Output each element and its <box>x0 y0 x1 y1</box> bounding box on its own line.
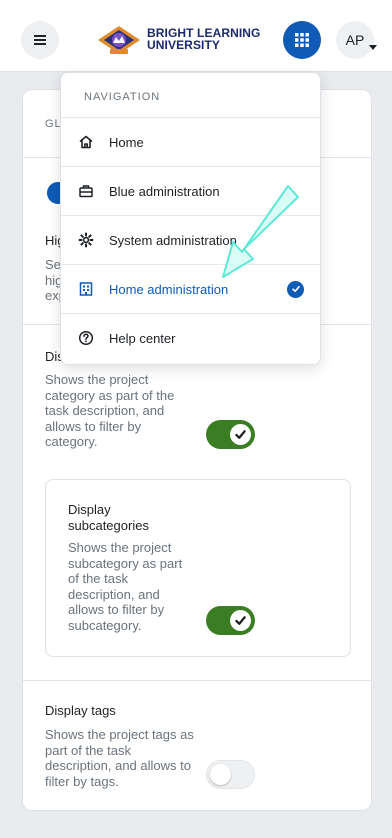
brand-name[interactable]: BRIGHT LEARNING UNIVERSITY <box>147 27 261 51</box>
tags-title: Display tags <box>45 703 116 718</box>
caret-down-icon[interactable] <box>369 45 377 50</box>
grid-icon <box>295 33 309 47</box>
top-navbar: BRIGHT LEARNING UNIVERSITY AP <box>0 0 392 72</box>
toggle-knob <box>230 424 251 445</box>
check-icon <box>235 430 246 439</box>
nav-item-label: Home <box>109 134 144 150</box>
nav-item-blue-administration[interactable]: Blue administration <box>61 166 320 215</box>
apps-button[interactable] <box>283 21 321 59</box>
subcategories-panel: Display subcategories Shows the project … <box>45 479 351 657</box>
home-icon <box>77 133 95 151</box>
subcategories-toggle[interactable] <box>206 606 255 635</box>
subcategories-desc: Shows the project subcategory as part of… <box>68 540 183 633</box>
selected-check-icon <box>287 280 304 298</box>
tags-toggle[interactable] <box>206 760 255 789</box>
nav-item-home-administration[interactable]: Home administration <box>61 264 320 313</box>
category-toggle[interactable] <box>206 420 255 449</box>
briefcase-icon <box>77 182 95 200</box>
divider <box>23 680 371 681</box>
category-desc: Shows the project category as part of th… <box>45 372 175 449</box>
subcategories-title: Display subcategories <box>68 502 149 533</box>
hamburger-icon <box>34 35 46 45</box>
brand-line-2: UNIVERSITY <box>147 38 221 52</box>
gear-icon <box>77 231 95 249</box>
navigation-dropdown: NAVIGATION Home Blue administration Syst… <box>60 72 321 365</box>
tags-desc: Shows the project tags as part of the ta… <box>45 727 194 789</box>
nav-item-label: System administration <box>109 232 237 248</box>
nav-item-system-administration[interactable]: System administration <box>61 215 320 264</box>
avatar-initials: AP <box>345 32 365 48</box>
user-avatar[interactable]: AP <box>336 21 374 59</box>
toggle-knob <box>210 764 231 785</box>
nav-item-help-center[interactable]: Help center <box>61 313 320 362</box>
menu-button[interactable] <box>21 21 59 59</box>
university-logo <box>98 26 140 54</box>
building-icon <box>77 280 95 298</box>
nav-item-label: Blue administration <box>109 183 220 199</box>
dropdown-heading: NAVIGATION <box>84 91 161 103</box>
nav-item-label: Home administration <box>109 281 229 297</box>
check-icon <box>235 616 246 625</box>
help-circle-icon <box>77 329 95 347</box>
nav-item-home[interactable]: Home <box>61 117 320 166</box>
nav-item-label: Help center <box>109 330 176 346</box>
toggle-knob <box>230 610 251 631</box>
